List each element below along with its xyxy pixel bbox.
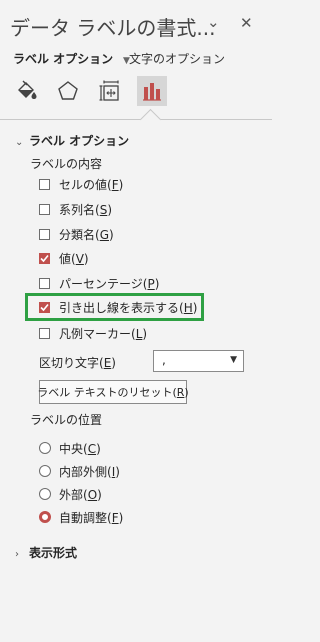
bar-chart-icon[interactable] — [137, 76, 167, 106]
checkbox-box[interactable] — [39, 252, 50, 264]
radio-circle[interactable] — [39, 488, 51, 500]
checkbox-box[interactable] — [39, 178, 50, 190]
radio-label: 中央(C) — [59, 441, 101, 456]
label-position-heading: ラベルの位置 — [30, 413, 103, 427]
separator-select[interactable]: , ▼ — [153, 350, 244, 372]
checkbox-label: 値(V) — [59, 251, 89, 266]
chevron-right-icon: › — [15, 549, 19, 560]
checkbox-box[interactable] — [39, 327, 50, 339]
label-contents-heading: ラベルの内容 — [30, 157, 103, 171]
checkbox-label: 凡例マーカー(L) — [59, 326, 148, 341]
radio-circle[interactable] — [39, 511, 51, 523]
radio-inside-end[interactable]: 内部外側(I) — [39, 462, 120, 480]
section-label-options-header[interactable]: ⌄ ラベル オプション — [15, 132, 129, 149]
checkbox-value[interactable]: 値(V) — [39, 249, 89, 267]
radio-label: 外部(O) — [59, 487, 102, 502]
radio-circle[interactable] — [39, 442, 51, 454]
checkbox-label: 分類名(G) — [59, 227, 114, 242]
highlight-box — [25, 293, 204, 321]
checkbox-box[interactable] — [39, 228, 50, 240]
selected-tab-pointer — [139, 108, 162, 131]
effects-pentagon-icon[interactable] — [53, 76, 83, 106]
fill-line-icon[interactable] — [12, 76, 42, 106]
checkbox-legend-key[interactable]: 凡例マーカー(L) — [39, 324, 147, 342]
radio-center[interactable]: 中央(C) — [39, 439, 101, 457]
tab-text-options[interactable]: 文字のオプション — [129, 50, 225, 67]
section-number-header[interactable]: › 表示形式 — [15, 544, 77, 561]
toolbar-divider — [0, 119, 272, 120]
separator-select-value: , — [162, 353, 166, 367]
checkbox-box[interactable] — [39, 277, 50, 289]
checkbox-series-name[interactable]: 系列名(S) — [39, 200, 112, 218]
checkbox-cell-value[interactable]: セルの値(F) — [39, 175, 123, 193]
checkbox-box[interactable] — [39, 203, 50, 215]
caret-down-icon: ▼ — [230, 355, 237, 365]
chevron-down-icon: ⌄ — [15, 137, 24, 148]
radio-outside-end[interactable]: 外部(O) — [39, 485, 102, 503]
close-icon[interactable]: ✕ — [240, 14, 253, 32]
radio-label: 内部外側(I) — [59, 464, 120, 479]
tab-label-options-text: ラベル オプション — [13, 52, 114, 66]
checkbox-label: パーセンテージ(P) — [59, 276, 160, 291]
section-label-options-title: ラベル オプション — [29, 134, 130, 148]
separator-label: 区切り文字(E) — [39, 356, 116, 370]
checkbox-category-name[interactable]: 分類名(G) — [39, 225, 114, 243]
radio-best-fit[interactable]: 自動調整(F) — [39, 508, 123, 526]
checkbox-label: 系列名(S) — [59, 202, 112, 217]
section-number-title: 表示形式 — [29, 546, 78, 560]
reset-label-text-button-label: ラベル テキストのリセット(R) — [37, 386, 189, 399]
tab-label-options[interactable]: ラベル オプション ▼ — [13, 50, 130, 67]
checkbox-label: セルの値(F) — [59, 177, 124, 192]
pane-title: データ ラベルの書式... — [10, 16, 216, 40]
checkbox-percentage[interactable]: パーセンテージ(P) — [39, 274, 159, 292]
pane-options-dropdown-icon[interactable]: ⌄ — [207, 13, 220, 31]
size-properties-icon[interactable] — [95, 76, 125, 106]
reset-label-text-button[interactable]: ラベル テキストのリセット(R) — [37, 380, 189, 404]
radio-label: 自動調整(F) — [59, 510, 124, 525]
radio-circle[interactable] — [39, 465, 51, 477]
